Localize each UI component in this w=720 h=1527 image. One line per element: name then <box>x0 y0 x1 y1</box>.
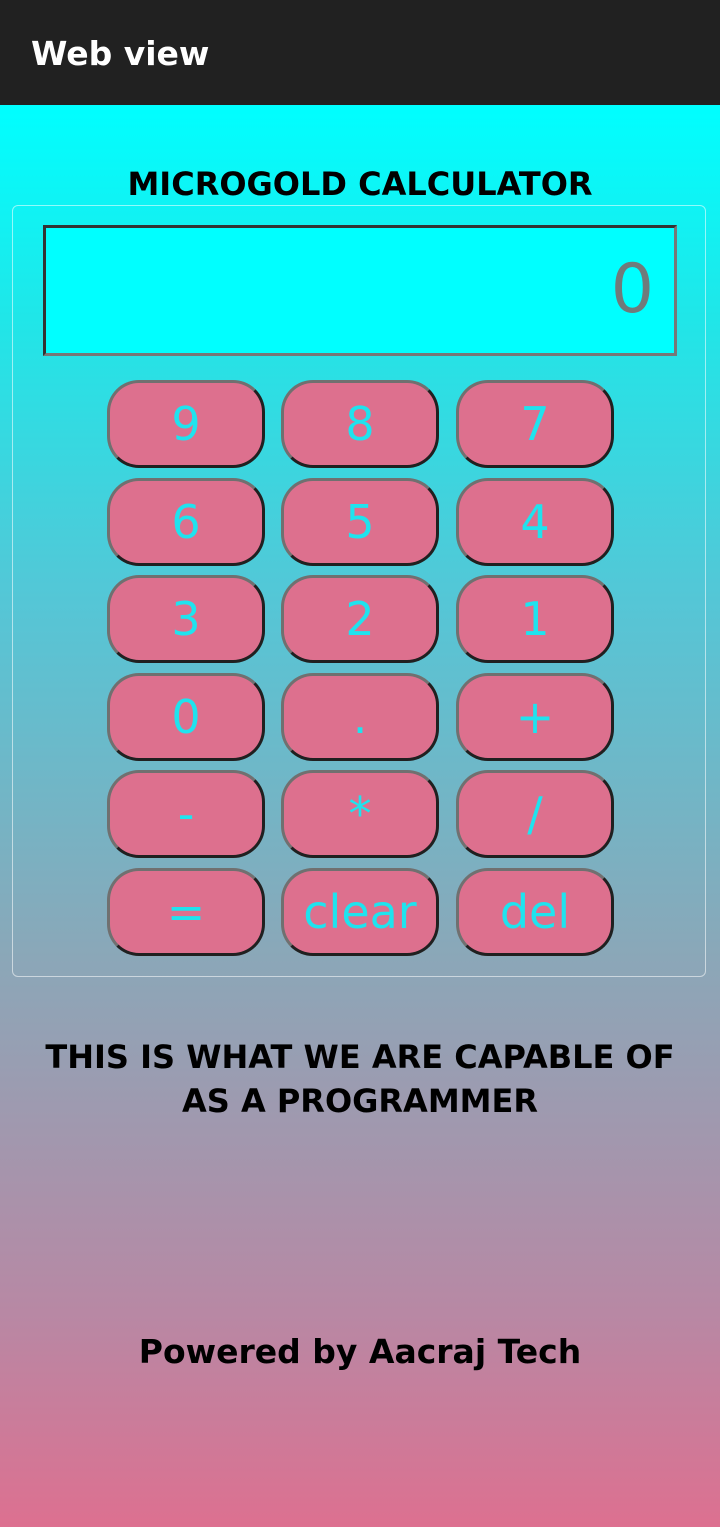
key-equals-button[interactable]: = <box>107 868 265 956</box>
key-8-button[interactable]: 8 <box>281 380 439 468</box>
calculator-display: 0 <box>43 225 677 356</box>
footer-credit: Powered by Aacraj Tech <box>138 1332 582 1371</box>
key-multiply-button[interactable]: * <box>281 770 439 858</box>
key-0-button[interactable]: 0 <box>107 673 265 761</box>
key-3-button[interactable]: 3 <box>107 575 265 663</box>
app-bar-title: Web view <box>31 34 210 73</box>
key-delete-button[interactable]: del <box>456 868 614 956</box>
app-bar: Web view <box>0 0 720 105</box>
key-6-button[interactable]: 6 <box>107 478 265 566</box>
display-value: 0 <box>610 250 654 329</box>
key-minus-button[interactable]: - <box>107 770 265 858</box>
key-clear-button[interactable]: clear <box>281 868 439 956</box>
web-view-content: MICROGOLD CALCULATOR 0 9 8 7 6 5 4 3 2 1… <box>0 105 720 1527</box>
key-7-button[interactable]: 7 <box>456 380 614 468</box>
key-9-button[interactable]: 9 <box>107 380 265 468</box>
key-5-button[interactable]: 5 <box>281 478 439 566</box>
key-divide-button[interactable]: / <box>456 770 614 858</box>
calculator-title: MICROGOLD CALCULATOR <box>127 165 593 203</box>
key-2-button[interactable]: 2 <box>281 575 439 663</box>
key-decimal-button[interactable]: . <box>281 673 439 761</box>
key-1-button[interactable]: 1 <box>456 575 614 663</box>
tagline-text: THIS IS WHAT WE ARE CAPABLE OF AS A PROG… <box>45 1038 675 1120</box>
calculator-panel: 0 9 8 7 6 5 4 3 2 1 0 . + - * / = clear … <box>12 205 706 977</box>
key-4-button[interactable]: 4 <box>456 478 614 566</box>
key-plus-button[interactable]: + <box>456 673 614 761</box>
